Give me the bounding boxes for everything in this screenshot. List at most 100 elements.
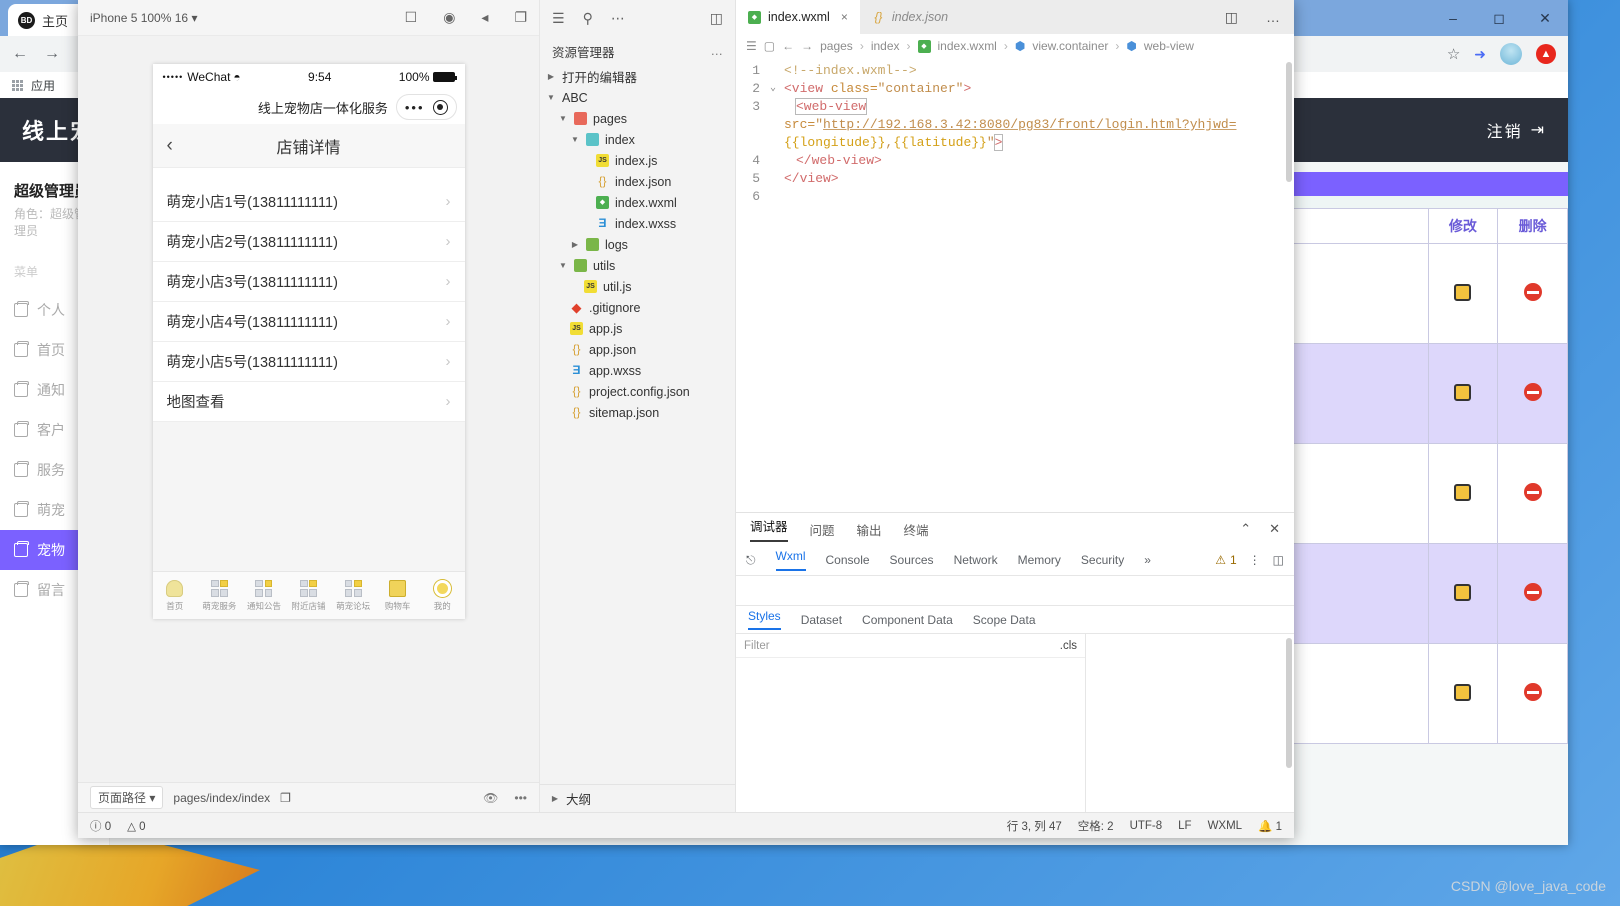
copy-icon[interactable]: ❐ [514, 9, 527, 26]
inspector-tabs-overflow-icon[interactable]: » [1144, 553, 1151, 567]
layout-icon[interactable]: ◫ [710, 10, 723, 27]
panel-tab-problems[interactable]: 问题 [810, 520, 835, 539]
tab-home[interactable]: 首页 [153, 572, 198, 619]
tab-cart[interactable]: 购物车 [375, 572, 420, 619]
tree-item-gitignore[interactable]: ◆ .gitignore [540, 297, 735, 318]
tree-item-index-json[interactable]: {} index.json [540, 171, 735, 192]
bookmark-star-icon[interactable]: ☆ [1447, 45, 1460, 63]
bell-icon[interactable]: 🔔 1 [1258, 819, 1282, 833]
panel-tab-terminal[interactable]: 终端 [904, 520, 929, 539]
language-mode[interactable]: WXML [1208, 820, 1243, 832]
logout-button[interactable]: 注销 ⇥ [1487, 118, 1546, 142]
tree-item-logs[interactable]: ▶ logs [540, 234, 735, 255]
bookmark-apps-label[interactable]: 应用 [31, 77, 55, 94]
explorer-icon[interactable]: ☰ [552, 10, 565, 27]
explorer-section-open-editors[interactable]: ▶ 打开的编辑器 [540, 66, 735, 87]
filter-input[interactable]: Filter [744, 640, 770, 652]
tab-index-wxml[interactable]: ◆ index.wxml × [736, 0, 860, 34]
avatar-icon[interactable] [1500, 43, 1522, 65]
explorer-outline-section[interactable]: ▶ 大纲 [540, 784, 735, 812]
warning-count-indicator[interactable]: △ 0 [127, 819, 145, 833]
window-controls[interactable]: – ◻ ✕ [1430, 0, 1568, 36]
maximize-icon[interactable]: ◻ [1476, 0, 1522, 36]
cursor-position[interactable]: 行 3, 列 47 [1007, 818, 1062, 834]
delete-icon[interactable] [1523, 483, 1542, 501]
tree-item-index-js[interactable]: JS index.js [540, 150, 735, 171]
tab-forum[interactable]: 萌宠论坛 [331, 572, 376, 619]
breadcrumb-file[interactable]: index.wxml [938, 39, 997, 53]
edit-icon[interactable] [1454, 483, 1472, 501]
list-item[interactable]: 萌宠小店5号(13811111111) › [152, 342, 465, 382]
more-icon[interactable]: ••• [514, 791, 527, 805]
tree-item-utils[interactable]: ▼ utils [540, 255, 735, 276]
dock-icon[interactable]: ◫ [1273, 553, 1284, 567]
device-selector[interactable]: iPhone 5 100% 16 ▾ [90, 11, 197, 25]
inspect-icon[interactable]: ⎋ [746, 553, 756, 568]
nav-back-icon[interactable]: ← [782, 39, 794, 53]
list-item[interactable]: 萌宠小店2号(13811111111) › [152, 222, 465, 262]
more-icon[interactable]: ⋯ [611, 10, 625, 27]
tree-item-pages[interactable]: ▼ pages [540, 108, 735, 129]
styles-scrollbar[interactable] [1286, 638, 1292, 768]
inspector-tab-network[interactable]: Network [954, 553, 998, 567]
inspector-tab-console[interactable]: Console [826, 553, 870, 567]
extension-icon[interactable]: ➜ [1474, 46, 1486, 63]
panel-tab-output[interactable]: 输出 [857, 520, 882, 539]
split-editor-icon[interactable]: ◫ [1210, 0, 1252, 34]
panel-tab-debugger[interactable]: 调试器 [750, 516, 788, 542]
styles-tab-scope-data[interactable]: Scope Data [973, 613, 1036, 627]
copy-path-icon[interactable]: ❐ [280, 791, 291, 805]
bookmark-icon[interactable]: ▢ [764, 39, 775, 53]
styles-tab-dataset[interactable]: Dataset [801, 613, 842, 627]
warning-badge[interactable]: ⚠ 1 [1215, 553, 1236, 567]
indentation[interactable]: 空格: 2 [1078, 818, 1114, 834]
eye-icon[interactable]: 👁 [483, 791, 498, 805]
breadcrumb-index[interactable]: index [871, 39, 900, 53]
tree-item-app-js[interactable]: JS app.js [540, 318, 735, 339]
minimize-icon[interactable]: – [1430, 0, 1476, 36]
breadcrumb-symbol-webview[interactable]: web-view [1144, 39, 1194, 53]
tree-item-index-folder[interactable]: ▼ index [540, 129, 735, 150]
styles-tab-styles[interactable]: Styles [748, 609, 781, 630]
explorer-more-icon[interactable]: … [711, 44, 724, 58]
styles-tab-component-data[interactable]: Component Data [862, 613, 953, 627]
tree-item-app-json[interactable]: {} app.json [540, 339, 735, 360]
inspector-tab-memory[interactable]: Memory [1018, 553, 1061, 567]
tree-item-index-wxss[interactable]: Ǝ index.wxss [540, 213, 735, 234]
delete-icon[interactable] [1523, 283, 1542, 301]
list-item[interactable]: 萌宠小店3号(13811111111) › [152, 262, 465, 302]
breadcrumb-symbol-view[interactable]: view.container [1032, 39, 1108, 53]
phone-rotate-icon[interactable]: ☐ [405, 9, 418, 26]
delete-icon[interactable] [1523, 683, 1542, 701]
error-count-indicator[interactable]: ⓘ 0 [90, 818, 111, 834]
record-icon[interactable]: ◉ [443, 9, 455, 26]
search-icon[interactable]: ⚲ [583, 10, 593, 27]
cls-button[interactable]: .cls [1060, 640, 1077, 652]
edit-icon[interactable] [1454, 683, 1472, 701]
tree-item-util-js[interactable]: JS util.js [540, 276, 735, 297]
edit-icon[interactable] [1454, 383, 1472, 401]
code-editor[interactable]: 1 <!--index.wxml--> 2 ⌄ <view class="con… [736, 58, 1294, 512]
page-path-selector[interactable]: 页面路径 ▾ [90, 786, 164, 809]
editor-scrollbar[interactable] [1286, 62, 1292, 182]
close-icon[interactable]: × [841, 10, 848, 24]
list-item-map[interactable]: 地图查看 › [152, 382, 465, 422]
mute-icon[interactable]: ◂ [481, 9, 488, 26]
list-item[interactable]: 萌宠小店4号(13811111111) › [152, 302, 465, 342]
edit-icon[interactable] [1454, 583, 1472, 601]
breadcrumb-menu-icon[interactable]: ☰ [746, 39, 757, 53]
close-icon[interactable]: ✕ [1522, 0, 1568, 36]
edit-icon[interactable] [1454, 283, 1472, 301]
inspector-tab-wxml[interactable]: Wxml [775, 549, 806, 571]
back-icon[interactable]: ‹ [167, 135, 173, 157]
close-icon[interactable]: ✕ [1269, 521, 1280, 537]
tree-item-sitemap[interactable]: {} sitemap.json [540, 402, 735, 423]
code-url[interactable]: http://192.168.3.42:8080/pg83/front/logi… [823, 117, 1236, 132]
tab-pet-service[interactable]: 萌宠服务 [197, 572, 242, 619]
kebab-icon[interactable]: ⋮ [1249, 553, 1261, 567]
delete-icon[interactable] [1523, 383, 1542, 401]
eol[interactable]: LF [1178, 820, 1191, 832]
back-icon[interactable]: ← [12, 45, 28, 63]
apps-grid-icon[interactable] [12, 79, 23, 91]
collapse-icon[interactable]: ⌃ [1240, 521, 1251, 537]
